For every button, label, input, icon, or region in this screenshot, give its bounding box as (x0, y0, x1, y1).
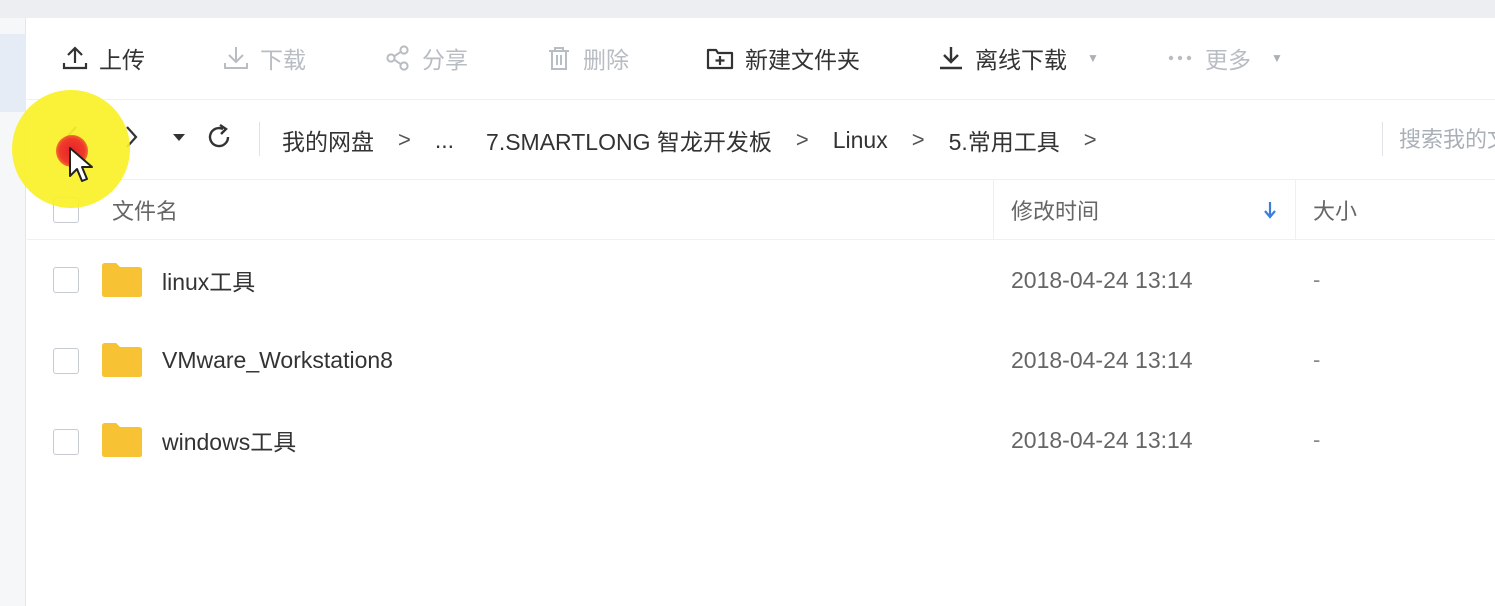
folder-plus-icon (705, 44, 735, 72)
search-input[interactable] (1399, 120, 1495, 160)
column-header-modified[interactable]: 修改时间 (1011, 180, 1099, 240)
window-top-bar (0, 0, 1495, 18)
delete-label: 删除 (583, 47, 629, 73)
file-size: - (1313, 267, 1321, 292)
modified-time: 2018-04-24 13:14 (1011, 266, 1193, 293)
upload-button[interactable]: 上传 (61, 40, 145, 76)
file-size: - (1313, 347, 1321, 372)
share-label: 分享 (422, 47, 468, 73)
table-row[interactable]: windows工具 2018-04-24 13:14 - (27, 400, 1495, 480)
history-dropdown[interactable] (164, 124, 194, 154)
share-button[interactable]: 分享 (384, 40, 468, 76)
column-divider (1295, 180, 1296, 240)
nav-divider (259, 122, 260, 156)
share-icon (384, 44, 412, 72)
file-name[interactable]: VMware_Workstation8 (162, 320, 393, 400)
file-name[interactable]: linux工具 (162, 240, 255, 320)
breadcrumb-item-common-tools[interactable]: 5.常用工具 (949, 123, 1060, 157)
offline-download-icon (937, 44, 965, 72)
file-name[interactable]: windows工具 (162, 400, 296, 480)
upload-icon (61, 44, 89, 72)
offline-download-label: 离线下载 (975, 47, 1067, 73)
breadcrumb-item-smartlong[interactable]: 7.SMARTLONG 智龙开发板 (486, 123, 772, 157)
breadcrumb: 我的网盘 > ... 7.SMARTLONG 智龙开发板 > Linux > 5… (282, 122, 1121, 158)
file-browser: 上传 下载 分享 删除 新建文件夹 离线下载 ▼ 更多 ▼ 我的网盘 > ...… (27, 18, 1495, 606)
search-divider (1382, 122, 1383, 156)
navigation-bar: 我的网盘 > ... 7.SMARTLONG 智龙开发板 > Linux > 5… (27, 100, 1495, 180)
sidebar-selected-item[interactable] (0, 34, 26, 112)
row-checkbox[interactable] (53, 429, 79, 455)
modified-time: 2018-04-24 13:14 (1011, 426, 1193, 453)
caret-down-icon[interactable]: ▼ (1087, 51, 1099, 65)
breadcrumb-separator: > (911, 127, 925, 152)
more-dots-icon (1165, 44, 1195, 72)
column-header-name[interactable]: 文件名 (112, 180, 178, 240)
breadcrumb-separator: > (795, 127, 809, 152)
table-header: 文件名 修改时间 大小 (27, 180, 1495, 240)
column-header-size[interactable]: 大小 (1313, 180, 1357, 240)
toolbar: 上传 下载 分享 删除 新建文件夹 离线下载 ▼ 更多 ▼ (27, 18, 1495, 100)
trash-icon (545, 44, 573, 72)
mouse-pointer-icon (68, 146, 96, 191)
breadcrumb-separator: > (1083, 127, 1097, 152)
download-icon (222, 44, 250, 72)
modified-time: 2018-04-24 13:14 (1011, 346, 1193, 373)
caret-down-icon (172, 130, 186, 148)
table-row[interactable]: VMware_Workstation8 2018-04-24 13:14 - (27, 320, 1495, 400)
table-row[interactable]: linux工具 2018-04-24 13:14 - (27, 240, 1495, 320)
delete-button[interactable]: 删除 (545, 40, 629, 76)
more-button[interactable]: 更多 ▼ (1165, 40, 1283, 76)
folder-icon (101, 342, 143, 383)
left-sidebar (0, 18, 26, 606)
caret-down-icon: ▼ (1271, 51, 1283, 65)
column-divider (993, 180, 994, 240)
breadcrumb-item-linux[interactable]: Linux (833, 127, 888, 154)
folder-icon (101, 422, 143, 463)
breadcrumb-item-ellipsis[interactable]: ... (435, 127, 454, 154)
file-size: - (1313, 427, 1321, 452)
upload-label: 上传 (99, 47, 145, 73)
sort-arrow-down-icon[interactable] (1263, 180, 1277, 240)
breadcrumb-item-my-disk[interactable]: 我的网盘 (282, 123, 374, 157)
folder-icon (101, 262, 143, 303)
breadcrumb-separator: > (398, 127, 411, 152)
more-label: 更多 (1205, 47, 1251, 73)
download-label: 下载 (260, 47, 306, 73)
refresh-button[interactable] (204, 123, 234, 156)
row-checkbox[interactable] (53, 267, 79, 293)
download-button[interactable]: 下载 (222, 40, 306, 76)
refresh-icon (205, 123, 233, 156)
row-checkbox[interactable] (53, 348, 79, 374)
new-folder-button[interactable]: 新建文件夹 (705, 40, 860, 76)
offline-download-button[interactable]: 离线下载 ▼ (937, 40, 1099, 76)
new-folder-label: 新建文件夹 (745, 47, 860, 73)
